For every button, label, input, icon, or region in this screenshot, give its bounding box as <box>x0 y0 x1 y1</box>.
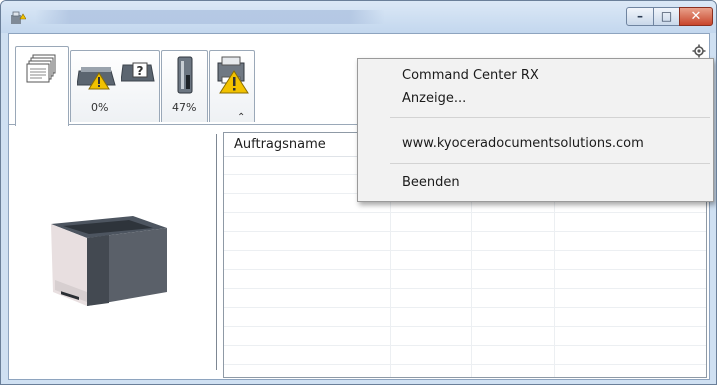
tab-device-status[interactable] <box>209 50 255 122</box>
minimize-button[interactable]: – <box>626 7 654 26</box>
title-bar[interactable]: – □ ✕ <box>1 1 716 33</box>
menu-separator <box>390 117 710 118</box>
column-header-job-name[interactable]: Auftragsname <box>234 137 326 152</box>
toner-cartridge-icon <box>177 56 193 94</box>
panel-splitter[interactable] <box>216 134 217 370</box>
window-title <box>35 10 385 24</box>
close-icon: ✕ <box>690 9 702 24</box>
empty-row <box>224 346 706 365</box>
menu-separator <box>390 163 710 164</box>
toner-level-label: 47% <box>172 101 197 114</box>
minimize-icon: – <box>637 9 643 23</box>
maximize-button[interactable]: □ <box>653 7 680 26</box>
settings-gear-icon[interactable] <box>692 44 706 58</box>
device-image-panel <box>9 126 214 376</box>
app-icon <box>11 11 26 24</box>
printer-image <box>51 216 167 306</box>
maximize-icon: □ <box>660 9 673 23</box>
empty-row <box>224 327 706 346</box>
empty-row <box>224 308 706 327</box>
menu-item-exit[interactable]: Beenden <box>359 172 712 194</box>
empty-row <box>224 251 706 270</box>
menu-item-website-link[interactable]: www.kyoceradocumentsolutions.com <box>359 133 712 155</box>
tab-print-jobs[interactable] <box>15 46 69 126</box>
tab-paper-status[interactable]: ? 0% <box>70 50 160 122</box>
svg-text:?: ? <box>137 64 144 78</box>
tab-toner-status[interactable]: 47% <box>161 50 208 122</box>
close-button[interactable]: ✕ <box>679 7 713 26</box>
empty-row <box>224 213 706 232</box>
paper-tray-icon <box>77 67 116 90</box>
document-stack-icon <box>26 54 56 83</box>
status-monitor-window: – □ ✕ ? 0% 47% ⌃ Auftragsname Command Ce… <box>0 0 717 385</box>
empty-row <box>224 289 706 308</box>
context-menu: Command Center RX Anzeige... www.kyocera… <box>357 58 714 202</box>
empty-row <box>224 270 706 289</box>
unknown-tray-icon: ? <box>121 62 155 82</box>
paper-level-label: 0% <box>91 101 109 114</box>
printer-warning-icon <box>217 56 249 94</box>
menu-item-display[interactable]: Anzeige... <box>359 88 712 110</box>
collapse-icon[interactable]: ⌃ <box>237 112 245 123</box>
empty-row <box>224 232 706 251</box>
menu-item-command-center[interactable]: Command Center RX <box>359 65 712 87</box>
